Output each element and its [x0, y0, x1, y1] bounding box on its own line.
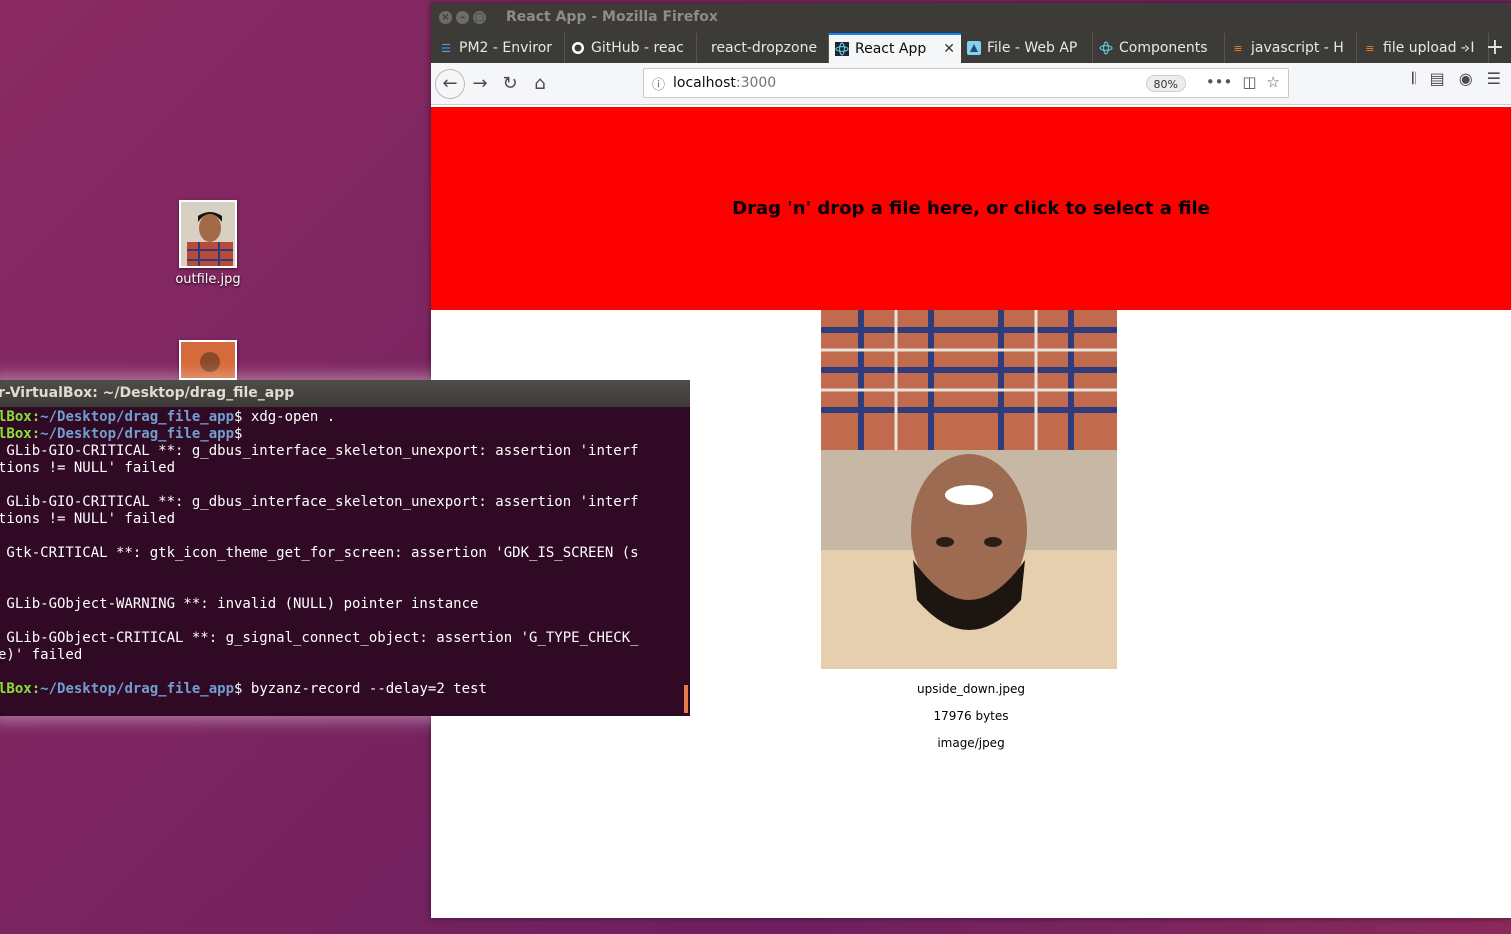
back-button[interactable]: ←: [435, 68, 465, 99]
tab-pm2[interactable]: ☰ PM2 - Enviror: [433, 33, 565, 63]
stackoverflow-icon: ≡: [1365, 41, 1375, 55]
terminal-output-line: GLib-GIO-CRITICAL **: g_dbus_interface_s…: [0, 443, 639, 459]
stackoverflow-icon: ≡: [1233, 41, 1243, 55]
navigation-toolbar: ← → ↻ ⌂ ⓘ localhost:3000 80% ••• ◫ ☆ 𝄃 ▤…: [431, 63, 1511, 105]
desktop-file-outfile[interactable]: outfile.jpg: [168, 200, 248, 287]
terminal-prompt-line: lBox:~/Desktop/drag_file_app$: [0, 426, 690, 443]
window-title: React App - Mozilla Firefox: [506, 9, 718, 25]
pocket-icon[interactable]: ◫: [1242, 73, 1256, 91]
tab-components[interactable]: Components: [1093, 33, 1225, 63]
window-titlebar: × – □ React App - Mozilla Firefox: [431, 3, 1511, 31]
react-icon: [1099, 41, 1113, 55]
terminal-output-line: GLib-GObject-CRITICAL **: g_signal_conne…: [0, 630, 639, 646]
mdn-icon: [967, 41, 981, 55]
overflow-icon[interactable]: ›: [1453, 33, 1481, 61]
prompt-path: ~/Desktop/drag_file_app: [40, 409, 235, 425]
terminal-output-line: GLib-GIO-CRITICAL **: g_dbus_interface_s…: [0, 494, 639, 510]
terminal-output-line: tions != NULL' failed: [0, 511, 176, 527]
zoom-indicator[interactable]: 80%: [1145, 75, 1186, 92]
prompt-path: ~/Desktop/drag_file_app: [40, 426, 235, 442]
reload-button[interactable]: ↻: [495, 69, 525, 99]
tab-react-dropzone[interactable]: react-dropzone: [697, 33, 829, 63]
page-actions-icon[interactable]: •••: [1206, 73, 1233, 91]
dropzone[interactable]: Drag 'n' drop a file here, or click to s…: [431, 107, 1511, 310]
prompt-command: $: [234, 426, 243, 442]
prompt-command: $ xdg-open .: [234, 409, 336, 425]
bookmark-star-icon[interactable]: ☆: [1267, 73, 1280, 91]
uploaded-image-preview: [821, 310, 1117, 669]
tab-react-app[interactable]: React App ✕: [829, 33, 961, 63]
terminal-output-line: GLib-GObject-WARNING **: invalid (NULL) …: [0, 596, 479, 612]
prompt-host: lBox:: [0, 409, 41, 425]
desktop-file-label: outfile.jpg: [175, 272, 241, 287]
tab-javascript[interactable]: ≡ javascript - H: [1225, 33, 1357, 63]
prompt-path: ~/Desktop/drag_file_app: [40, 681, 235, 697]
terminal-cursor: [684, 685, 688, 713]
maximize-window-button[interactable]: □: [473, 10, 486, 24]
tab-github[interactable]: GitHub - reac: [565, 33, 697, 63]
prompt-host: lBox:: [0, 681, 41, 697]
terminal-title: r-VirtualBox: ~/Desktop/drag_file_app: [0, 380, 690, 407]
terminal-prompt-line: lBox:~/Desktop/drag_file_app$ xdg-open .: [0, 409, 690, 426]
menu-icon[interactable]: ☰: [1487, 69, 1501, 89]
address-bar[interactable]: ⓘ localhost:3000 80% ••• ◫ ☆: [643, 68, 1289, 98]
list-icon: ☰: [441, 41, 451, 55]
terminal-output-line: e)' failed: [0, 647, 83, 663]
tab-strip: ☰ PM2 - Enviror GitHub - reac react-dropz…: [431, 31, 1511, 63]
terminal-output-line: tions != NULL' failed: [0, 460, 176, 476]
terminal-prompt-line: lBox:~/Desktop/drag_file_app$ byzanz-rec…: [0, 681, 690, 698]
prompt-host: lBox:: [0, 426, 41, 442]
react-icon: [835, 42, 849, 56]
info-icon[interactable]: ⓘ: [652, 74, 665, 93]
close-tab-icon[interactable]: ✕: [943, 41, 955, 57]
github-icon: [571, 41, 585, 55]
image-thumbnail: [179, 200, 237, 268]
tab-file-web-api[interactable]: File - Web AP: [961, 33, 1093, 63]
library-icon[interactable]: 𝄃: [1412, 69, 1416, 89]
new-tab-button[interactable]: +: [1481, 33, 1509, 61]
terminal-output[interactable]: lBox:~/Desktop/drag_file_app$ xdg-open .…: [0, 407, 690, 698]
image-thumbnail: [179, 340, 237, 380]
close-window-button[interactable]: ×: [439, 10, 452, 24]
forward-button[interactable]: →: [465, 69, 495, 99]
minimize-window-button[interactable]: –: [456, 10, 469, 24]
prompt-command: $ byzanz-record --delay=2 test: [234, 681, 487, 697]
dropzone-label: Drag 'n' drop a file here, or click to s…: [732, 198, 1210, 219]
file-type: image/jpeg: [937, 736, 1005, 750]
url-port: :3000: [735, 75, 777, 91]
sync-icon[interactable]: ◉: [1459, 69, 1473, 89]
url-host: localhost: [673, 75, 736, 91]
terminal-window[interactable]: r-VirtualBox: ~/Desktop/drag_file_app lB…: [0, 380, 690, 716]
desktop-file-2[interactable]: [168, 340, 248, 380]
sidebar-icon[interactable]: ▤: [1430, 69, 1445, 89]
terminal-output-line: Gtk-CRITICAL **: gtk_icon_theme_get_for_…: [0, 545, 639, 561]
home-button[interactable]: ⌂: [525, 69, 555, 99]
